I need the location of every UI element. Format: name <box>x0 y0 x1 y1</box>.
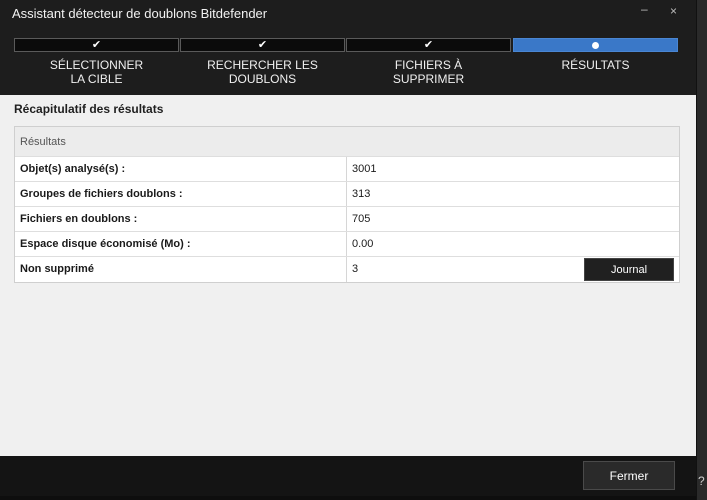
close-button[interactable]: Fermer <box>583 461 675 490</box>
step-select-target: ✔ SÉLECTIONNER LA CIBLE <box>14 38 180 94</box>
title-bar: Assistant détecteur de doublons Bitdefen… <box>0 0 696 28</box>
journal-button[interactable]: Journal <box>584 258 674 281</box>
table-row: Espace disque économisé (Mo) : 0.00 <box>15 232 679 257</box>
row-value: 313 <box>352 188 371 200</box>
step-files-to-delete: ✔ FICHIERS À SUPPRIMER <box>346 38 512 94</box>
row-value: 705 <box>352 213 371 225</box>
step-results: RÉSULTATS <box>513 38 679 94</box>
dot-icon <box>592 41 599 49</box>
table-row: Groupes de fichiers doublons : 313 <box>15 182 679 207</box>
row-value: 3 <box>352 263 359 275</box>
table-row: Non supprimé 3 Journal <box>15 257 679 282</box>
minimize-icon[interactable]: – <box>641 2 648 16</box>
row-label: Groupes de fichiers doublons : <box>20 188 183 200</box>
window-title: Assistant détecteur de doublons Bitdefen… <box>12 6 268 21</box>
wizard-window: Assistant détecteur de doublons Bitdefen… <box>0 0 696 496</box>
row-value: 0.00 <box>352 238 374 250</box>
row-label: Fichiers en doublons : <box>20 213 138 225</box>
step-progress-bar: ✔ <box>14 38 179 52</box>
side-strip: ? <box>696 0 707 500</box>
step-label: SÉLECTIONNER LA CIBLE <box>49 58 144 86</box>
step-label: FICHIERS À SUPPRIMER <box>392 58 465 86</box>
results-table: Résultats Objet(s) analysé(s) : 3001 Gro… <box>14 126 680 283</box>
row-label: Espace disque économisé (Mo) : <box>20 238 191 250</box>
row-value: 3001 <box>352 163 377 175</box>
wizard-steps: ✔ SÉLECTIONNER LA CIBLE ✔ RECHERCHER LES… <box>14 38 680 94</box>
header-label: Résultats <box>20 136 66 148</box>
close-icon[interactable]: × <box>670 4 677 18</box>
footer-bar: Fermer <box>0 456 696 496</box>
step-progress-bar: ✔ <box>180 38 345 52</box>
check-icon: ✔ <box>91 38 102 51</box>
check-icon: ✔ <box>423 38 434 51</box>
row-label: Objet(s) analysé(s) : <box>20 163 126 175</box>
help-icon[interactable]: ? <box>698 474 705 488</box>
table-row: Fichiers en doublons : 705 <box>15 207 679 232</box>
step-progress-bar: ✔ <box>346 38 511 52</box>
table-header: Résultats <box>15 127 679 157</box>
step-progress-bar-active <box>513 38 678 52</box>
step-label: RÉSULTATS <box>561 58 630 72</box>
step-search-duplicates: ✔ RECHERCHER LES DOUBLONS <box>180 38 346 94</box>
step-label: RECHERCHER LES DOUBLONS <box>207 58 318 86</box>
check-icon: ✔ <box>257 38 268 51</box>
results-panel: Récapitulatif des résultats Résultats Ob… <box>0 95 696 456</box>
summary-title: Récapitulatif des résultats <box>14 102 164 116</box>
table-row: Objet(s) analysé(s) : 3001 <box>15 157 679 182</box>
bottom-edge <box>0 496 696 500</box>
row-label: Non supprimé <box>20 263 94 275</box>
